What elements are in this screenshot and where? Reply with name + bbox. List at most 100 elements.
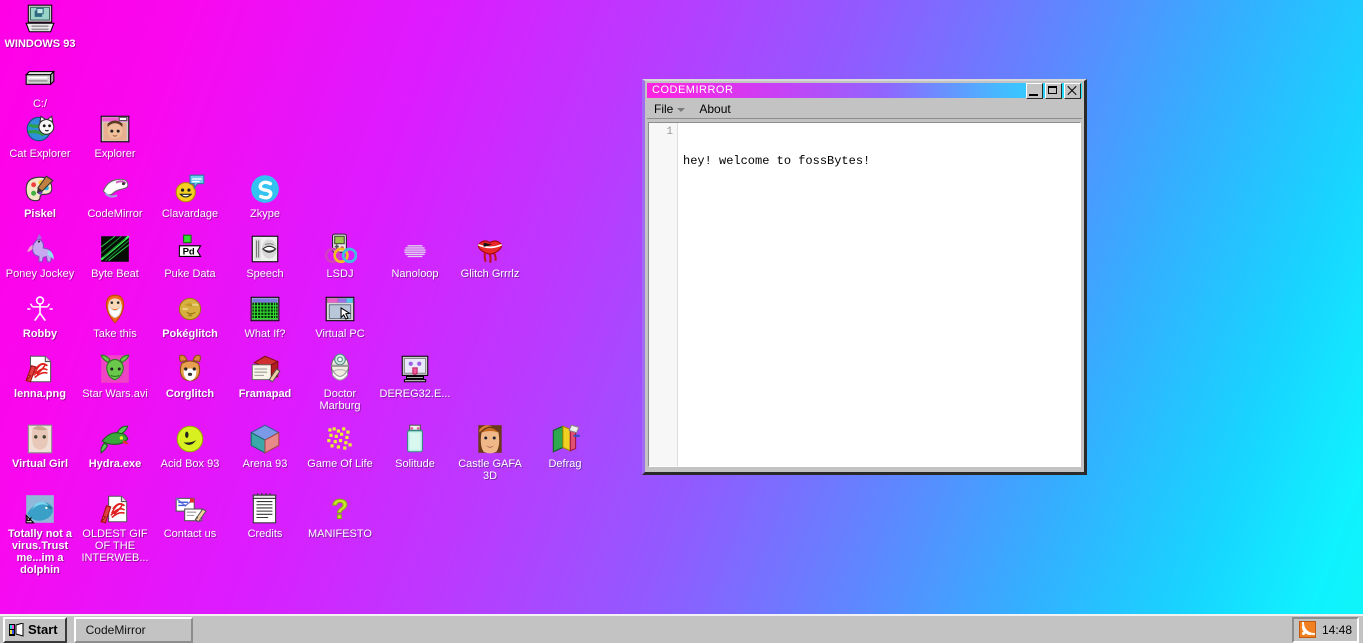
- desktop-icon-lsdj[interactable]: LSDJ: [302, 232, 378, 280]
- desktop-icon-take-this[interactable]: Take this: [77, 292, 153, 340]
- corglitch-icon: [173, 352, 207, 386]
- desktop-icon-label: Virtual PC: [302, 328, 378, 340]
- desktop-icon-label: Solitude: [377, 458, 453, 470]
- code-editor[interactable]: 1 hey! welcome to fossBytes!: [648, 122, 1081, 467]
- line-number: 1: [649, 126, 673, 138]
- maximize-button[interactable]: [1045, 83, 1062, 99]
- desktop-icon-totally-not-a-virus[interactable]: Totally not a virus.Trust me...im a dolp…: [2, 492, 78, 576]
- desktop-icon-framapad[interactable]: Framapad: [227, 352, 303, 400]
- explorer-icon: [98, 112, 132, 146]
- byte-beat-icon: [98, 232, 132, 266]
- desktop-icon-puke-data[interactable]: Pd Puke Data: [152, 232, 228, 280]
- desktop-icon-label: Piskel: [2, 208, 78, 220]
- desktop-icon-label: MANIFESTO: [302, 528, 378, 540]
- desktop-icon-explorer[interactable]: Explorer: [77, 112, 153, 160]
- desktop-icon-what-if[interactable]: What If?: [227, 292, 303, 340]
- desktop-icon-label: Clavardage: [152, 208, 228, 220]
- desktop-icon-manifesto[interactable]: ?MANIFESTO: [302, 492, 378, 540]
- desktop-icon-dereg32exe[interactable]: DEREG32.E...: [377, 352, 453, 400]
- acid-box-93-icon: [173, 422, 207, 456]
- minimize-button[interactable]: [1026, 83, 1043, 99]
- credits-icon: [248, 492, 282, 526]
- desktop-icon-game-of-life[interactable]: Game Of Life: [302, 422, 378, 470]
- desktop-icon-oldest-gif[interactable]: OLDEST GIF OF THE INTERWEB...: [77, 492, 153, 564]
- desktop-icon-pokeglitch[interactable]: Pokéglitch: [152, 292, 228, 340]
- desktop-icon-grid: WINDOWS 93C:/Cat ExplorerExplorerPiskelC…: [0, 0, 600, 612]
- puke-data-icon: Pd: [173, 232, 207, 266]
- desktop-icon-label: Poney Jockey: [2, 268, 78, 280]
- desktop-icon-clavardage[interactable]: Clavardage: [152, 172, 228, 220]
- taskbar-item-codemirror[interactable]: CodeMirror: [74, 617, 193, 643]
- defrag-icon: [548, 422, 582, 456]
- desktop-icon-robby[interactable]: Robby: [2, 292, 78, 340]
- codemirror-window[interactable]: CODEMIRROR File About 1 hey! welcome to …: [642, 79, 1087, 475]
- game-of-life-icon: [323, 422, 357, 456]
- desktop-icon-corglitch[interactable]: Corglitch: [152, 352, 228, 400]
- desktop-icon-label: Virtual Girl: [2, 458, 78, 470]
- doctor-marburg-icon: [323, 352, 357, 386]
- totally-not-a-virus-icon: [23, 492, 57, 526]
- windows-flag-icon: [9, 623, 24, 637]
- desktop-icon-label: WINDOWS 93: [2, 38, 78, 50]
- desktop-icon-hydra-exe[interactable]: Hydra.exe: [77, 422, 153, 470]
- taskbar-item-label: CodeMirror: [86, 623, 146, 637]
- what-if-icon: [248, 292, 282, 326]
- desktop-icon-cat-explorer[interactable]: Cat Explorer: [2, 112, 78, 160]
- desktop-icon-virtual-girl[interactable]: Virtual Girl: [2, 422, 78, 470]
- desktop-icon-label: Doctor Marburg: [302, 388, 378, 412]
- desktop-icon-poney-jockey[interactable]: Poney Jockey: [2, 232, 78, 280]
- desktop-icon-nanoloop[interactable]: Nanoloop: [377, 232, 453, 280]
- desktop-icon-credits[interactable]: Credits: [227, 492, 303, 540]
- take-this-icon: [98, 292, 132, 326]
- desktop-icon-solitude[interactable]: Solitude: [377, 422, 453, 470]
- desktop: WINDOWS 93C:/Cat ExplorerExplorerPiskelC…: [0, 0, 1363, 643]
- desktop-icon-acid-box-93[interactable]: Acid Box 93: [152, 422, 228, 470]
- desktop-icon-label: Puke Data: [152, 268, 228, 280]
- desktop-icon-label: Zkype: [227, 208, 303, 220]
- glitch-grrrlz-icon: [473, 232, 507, 266]
- desktop-icon-label: Glitch Grrrlz: [452, 268, 528, 280]
- desktop-icon-label: DEREG32.E...: [377, 388, 453, 400]
- desktop-icon-c-drive[interactable]: C:/: [2, 62, 78, 110]
- desktop-icon-castle-gafa-3d[interactable]: Castle GAFA 3D: [452, 422, 528, 482]
- menu-item-about-label: About: [699, 101, 730, 118]
- dereg32exe-icon: [398, 352, 432, 386]
- lenna-png-icon: [23, 352, 57, 386]
- menu-item-file[interactable]: File: [647, 101, 692, 118]
- start-button[interactable]: Start: [3, 617, 67, 643]
- desktop-icon-byte-beat[interactable]: Byte Beat: [77, 232, 153, 280]
- robby-icon: [23, 292, 57, 326]
- desktop-icon-virtual-pc[interactable]: Virtual PC: [302, 292, 378, 340]
- desktop-icon-defrag[interactable]: Defrag: [527, 422, 603, 470]
- desktop-icon-speech[interactable]: Speech: [227, 232, 303, 280]
- menu-item-about[interactable]: About: [692, 101, 737, 118]
- desktop-icon-piskel[interactable]: Piskel: [2, 172, 78, 220]
- desktop-icon-glitch-grrrlz[interactable]: Glitch Grrrlz: [452, 232, 528, 280]
- desktop-icon-codemirror[interactable]: CodeMirror: [77, 172, 153, 220]
- desktop-icon-contact-us[interactable]: Contact us: [152, 492, 228, 540]
- desktop-icon-star-wars-avi[interactable]: Star Wars.avi: [77, 352, 153, 400]
- desktop-icon-label: Byte Beat: [77, 268, 153, 280]
- close-button[interactable]: [1064, 83, 1081, 99]
- menu-item-file-label: File: [654, 101, 673, 118]
- desktop-icon-label: Castle GAFA 3D: [452, 458, 528, 482]
- piskel-icon: [23, 172, 57, 206]
- pokeglitch-icon: [173, 292, 207, 326]
- c-drive-icon: [23, 62, 57, 96]
- desktop-icon-doctor-marburg[interactable]: Doctor Marburg: [302, 352, 378, 412]
- solitude-icon: [398, 422, 432, 456]
- desktop-icon-lenna-png[interactable]: lenna.png: [2, 352, 78, 400]
- window-titlebar[interactable]: CODEMIRROR: [647, 83, 1082, 98]
- desktop-icon-arena-93[interactable]: Arena 93: [227, 422, 303, 470]
- codemirror-icon: [98, 172, 132, 206]
- rss-icon[interactable]: [1299, 621, 1316, 638]
- nanoloop-icon: [398, 232, 432, 266]
- window-controls: [1026, 83, 1081, 99]
- code-content[interactable]: hey! welcome to fossBytes!: [678, 123, 1080, 466]
- desktop-icon-windows-93[interactable]: WINDOWS 93: [2, 2, 78, 50]
- desktop-icon-zkype[interactable]: Zkype: [227, 172, 303, 220]
- code-line: hey! welcome to fossBytes!: [683, 154, 1080, 168]
- windows-93-icon: [23, 2, 57, 36]
- clock[interactable]: 14:48: [1322, 623, 1352, 637]
- oldest-gif-icon: [98, 492, 132, 526]
